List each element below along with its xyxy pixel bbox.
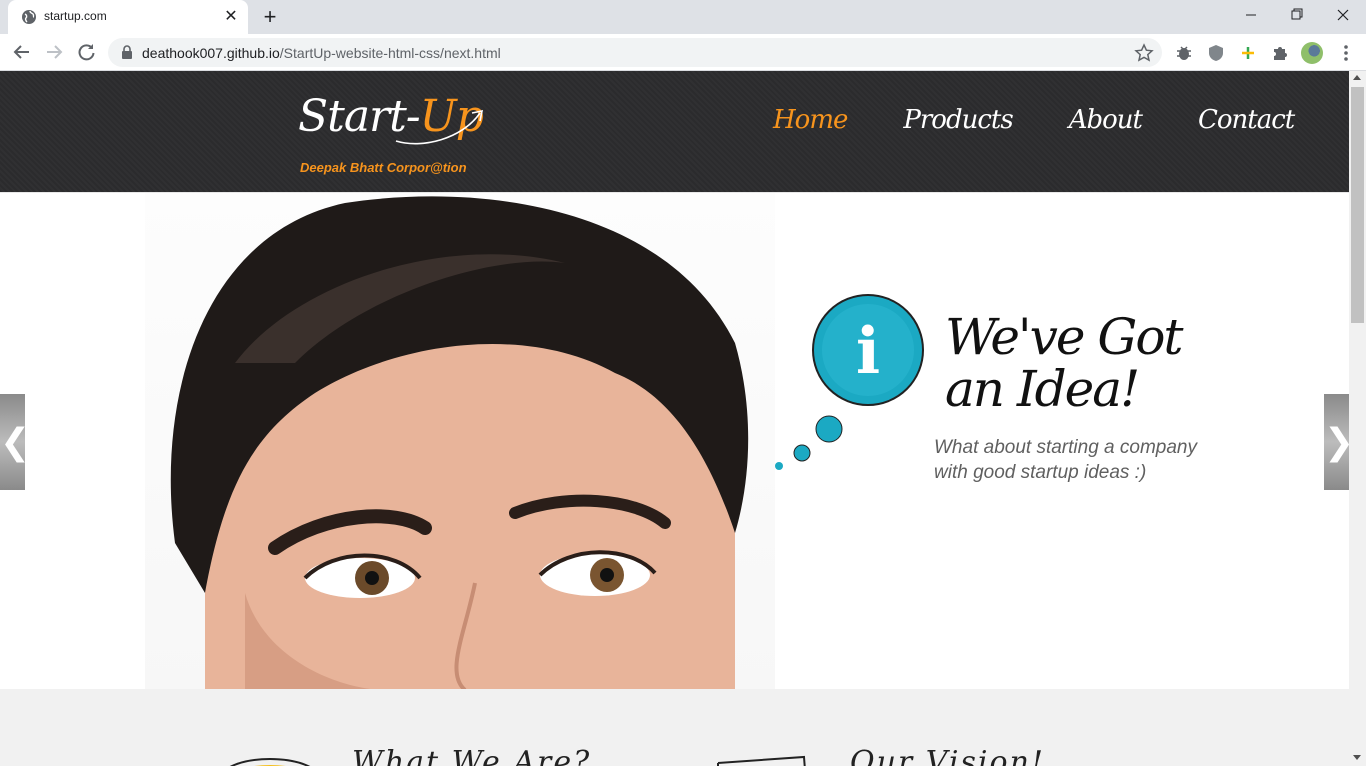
kebab-menu-icon[interactable]: [1336, 43, 1356, 63]
slider-next-button[interactable]: ❯: [1324, 394, 1349, 490]
browser-toolbar: deathook007.github.io/StartUp-website-ht…: [0, 34, 1366, 71]
browser-tab[interactable]: startup.com ✕: [8, 0, 248, 34]
hero-title-line1: We've Got: [945, 308, 1184, 366]
window-close-button[interactable]: [1320, 0, 1366, 30]
site-tagline: Deepak Bhatt Corpor@tion: [300, 160, 467, 175]
info-section: What We Are? Our Vision!: [0, 689, 1349, 766]
tab-title: startup.com: [44, 9, 107, 23]
scroll-down-arrow-icon[interactable]: [1353, 755, 1361, 760]
hero-title-line2: an Idea!: [945, 360, 1140, 418]
plus-extension-icon[interactable]: [1238, 43, 1258, 63]
man-face-image: [170, 196, 749, 690]
bug-extension-icon[interactable]: [1174, 43, 1194, 63]
page-scrollbar[interactable]: [1349, 71, 1366, 766]
new-tab-button[interactable]: +: [258, 6, 282, 28]
thought-bubble-icon: i: [775, 294, 924, 470]
scrollbar-thumb[interactable]: [1351, 87, 1364, 323]
url-path: /StartUp-website-html-css/next.html: [279, 45, 501, 61]
profile-avatar[interactable]: [1301, 42, 1323, 64]
minimize-button[interactable]: [1228, 0, 1274, 30]
slider-prev-button[interactable]: ❮: [0, 394, 30, 490]
nav-products[interactable]: Products: [903, 105, 1013, 135]
lock-icon[interactable]: [120, 45, 134, 59]
puzzle-extensions-icon[interactable]: [1270, 43, 1290, 63]
nav-about[interactable]: About: [1069, 105, 1143, 135]
hero-subtitle-line1: What about starting a company: [934, 437, 1197, 458]
hero-slider: ❮ ❯ i We've Got an Idea! What about star…: [0, 192, 1349, 690]
url-host: deathook007.github.io: [142, 45, 280, 61]
page-viewport: Start-Up Deepak Bhatt Corpor@tion Home P…: [0, 71, 1349, 766]
lightbulb-sketch-icon: [229, 758, 311, 766]
reload-icon[interactable]: [73, 39, 99, 65]
browser-tab-bar: startup.com ✕ +: [0, 0, 1366, 34]
site-header: Start-Up Deepak Bhatt Corpor@tion Home P…: [0, 71, 1349, 192]
hero-subtitle-line2: with good startup ideas :): [934, 462, 1147, 483]
forward-arrow-icon[interactable]: [41, 39, 67, 65]
url-text: deathook007.github.io/StartUp-website-ht…: [142, 45, 501, 61]
scroll-up-arrow-icon[interactable]: [1353, 75, 1361, 80]
bubble-letter: i: [856, 314, 880, 389]
site-nav: Home Products About Contact: [773, 105, 1295, 135]
logo-swoosh-icon: [395, 109, 484, 145]
star-icon[interactable]: [1134, 43, 1154, 63]
vision-sketch-icon: [717, 755, 806, 766]
restore-button[interactable]: [1274, 0, 1320, 30]
shield-extension-icon[interactable]: [1206, 43, 1226, 63]
hero-photo: [145, 193, 775, 690]
nav-home[interactable]: Home: [773, 105, 848, 135]
nav-contact[interactable]: Contact: [1198, 105, 1295, 135]
globe-icon: [22, 10, 36, 24]
hero-subtitle: What about starting a company with good …: [934, 435, 1197, 485]
tab-close-button[interactable]: ✕: [222, 8, 240, 26]
hero-title: We've Got an Idea!: [945, 308, 1184, 418]
address-bar[interactable]: deathook007.github.io/StartUp-website-ht…: [108, 38, 1162, 67]
section-title-what-we-are: What We Are?: [352, 745, 592, 766]
back-arrow-icon[interactable]: [9, 39, 35, 65]
section-title-our-vision: Our Vision!: [850, 745, 1045, 766]
